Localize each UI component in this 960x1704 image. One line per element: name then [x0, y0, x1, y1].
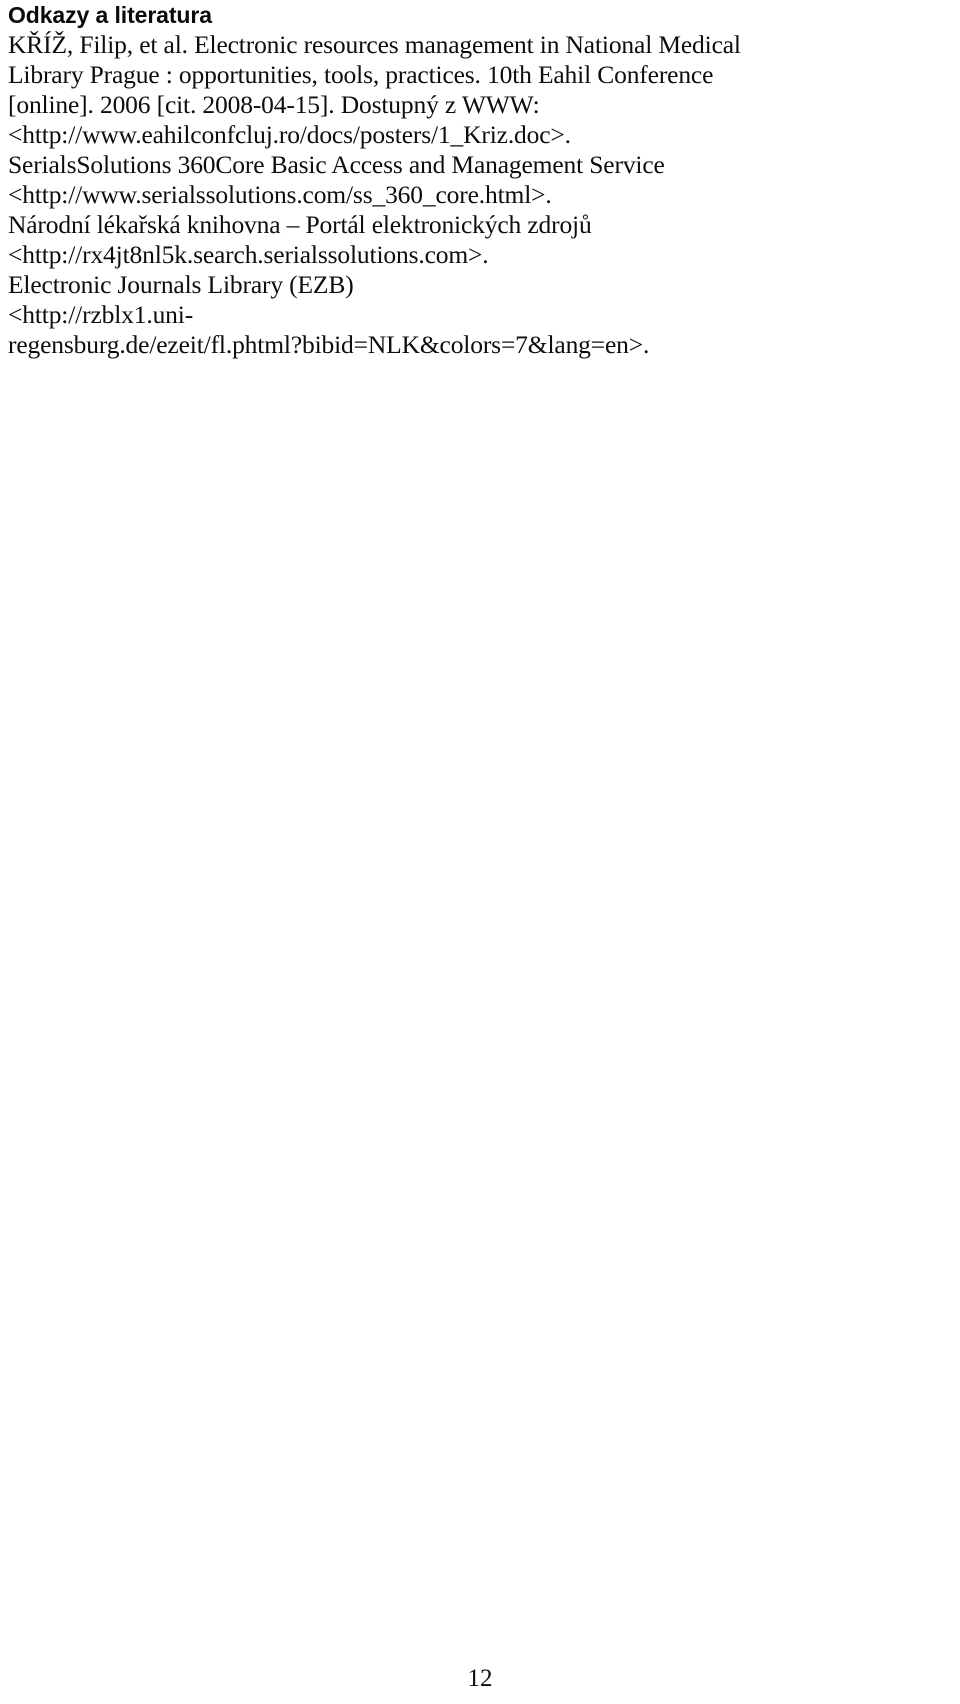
- page-footer: 12: [0, 1664, 960, 1694]
- reference-line: KŘÍŽ, Filip, et al. Electronic resources…: [8, 30, 741, 59]
- reference-line: Electronic Journals Library (EZB): [8, 270, 354, 299]
- reference-line: <http://www.eahilconfcluj.ro/docs/poster…: [8, 120, 571, 149]
- references-section: Odkazy a literatura KŘÍŽ, Filip, et al. …: [8, 0, 952, 360]
- page-number: 12: [467, 1665, 493, 1692]
- reference-line: [online]. 2006 [cit. 2008-04-15]. Dostup…: [8, 90, 540, 119]
- reference-line: regensburg.de/ezeit/fl.phtml?bibid=NLK&c…: [8, 330, 650, 359]
- reference-line: Library Prague : opportunities, tools, p…: [8, 60, 714, 89]
- reference-line: <http://rzblx1.uni-: [8, 300, 194, 329]
- references-heading: Odkazy a literatura: [8, 2, 212, 28]
- reference-line: SerialsSolutions 360Core Basic Access an…: [8, 150, 665, 179]
- reference-line: <http://www.serialssolutions.com/ss_360_…: [8, 180, 552, 209]
- document-page: Odkazy a literatura KŘÍŽ, Filip, et al. …: [0, 0, 960, 1704]
- references-text-body: KŘÍŽ, Filip, et al. Electronic resources…: [8, 30, 952, 360]
- reference-line: <http://rx4jt8nl5k.search.serialssolutio…: [8, 240, 489, 269]
- reference-line: Národní lékařská knihovna – Portál elekt…: [8, 210, 592, 239]
